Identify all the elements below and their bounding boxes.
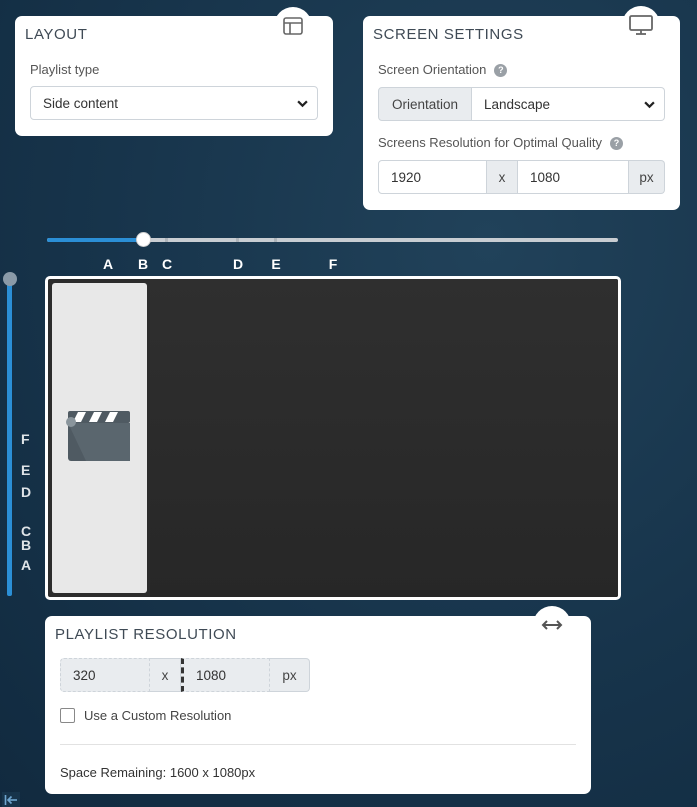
- divider: [60, 744, 576, 745]
- layout-card: LAYOUT Playlist type Side content: [15, 7, 333, 136]
- layout-icon-bubble: [274, 7, 312, 45]
- collapse-left-icon: [4, 795, 17, 805]
- question-icon[interactable]: ?: [494, 64, 508, 77]
- orientation-select[interactable]: Landscape: [472, 87, 665, 121]
- clapperboard-icon: [66, 411, 130, 461]
- chevron-down-icon: [297, 100, 308, 108]
- chevron-down-icon: [644, 101, 655, 109]
- horizontal-slider[interactable]: [47, 232, 618, 247]
- monitor-icon-bubble: [622, 6, 660, 44]
- screen-settings-title: SCREEN SETTINGS: [373, 26, 524, 43]
- horizontal-resize-icon: [541, 620, 563, 630]
- playlist-resolution-group: 320 x 1080 px: [60, 658, 310, 692]
- playlist-resolution-unit: px: [270, 658, 310, 692]
- space-remaining-text: Space Remaining: 1600 x 1080px: [60, 765, 256, 780]
- playlist-resolution-title: PLAYLIST RESOLUTION: [55, 626, 237, 643]
- layout-title: LAYOUT: [25, 26, 88, 43]
- screen-preview: [45, 276, 621, 600]
- h-tick-b[interactable]: B: [136, 256, 150, 272]
- v-tick-e[interactable]: E: [21, 462, 30, 478]
- playlist-width-input[interactable]: 320: [60, 658, 150, 692]
- h-tick-e[interactable]: E: [269, 256, 283, 272]
- playlist-resolution-separator: x: [150, 658, 181, 692]
- screen-resolution-group: 1920 x 1080 px: [378, 160, 665, 194]
- playlist-type-value: Side content: [43, 95, 119, 111]
- h-tick-c[interactable]: C: [160, 256, 174, 272]
- v-tick-f[interactable]: F: [21, 431, 30, 447]
- h-tick-f[interactable]: F: [326, 256, 340, 272]
- horizontal-slider-fill: [47, 238, 143, 242]
- vertical-slider[interactable]: [7, 278, 12, 596]
- question-icon[interactable]: ?: [609, 137, 623, 150]
- layout-icon: [283, 17, 303, 35]
- playlist-type-label: Playlist type: [30, 62, 100, 77]
- orientation-value: Landscape: [484, 96, 551, 112]
- slider-stop: [236, 238, 239, 242]
- h-tick-d[interactable]: D: [231, 256, 245, 272]
- v-tick-d[interactable]: D: [21, 484, 31, 500]
- monitor-icon: [629, 15, 653, 35]
- orientation-group: Orientation Landscape: [378, 87, 665, 121]
- playlist-height-input[interactable]: 1080: [181, 658, 270, 692]
- screen-orientation-label: Screen Orientation?: [378, 62, 508, 77]
- slider-stop: [274, 238, 277, 242]
- orientation-addon: Orientation: [378, 87, 472, 121]
- screen-height-input[interactable]: 1080: [518, 160, 629, 194]
- slider-stop: [165, 238, 168, 242]
- playlist-resolution-card: PLAYLIST RESOLUTION 320 x 1080 px Use a …: [45, 606, 591, 794]
- collapse-button[interactable]: [2, 792, 20, 807]
- side-playlist-area[interactable]: [52, 283, 147, 593]
- screen-width-input[interactable]: 1920: [378, 160, 487, 194]
- resolution-unit: px: [629, 160, 665, 194]
- main-content-area[interactable]: [150, 279, 618, 597]
- screen-settings-card: SCREEN SETTINGS Screen Orientation? Orie…: [363, 6, 680, 210]
- v-tick-a[interactable]: A: [21, 557, 31, 573]
- v-tick-b[interactable]: B: [21, 537, 31, 553]
- resolution-separator: x: [487, 160, 518, 194]
- vertical-slider-handle[interactable]: [3, 272, 17, 286]
- horizontal-slider-handle[interactable]: [136, 232, 151, 247]
- resolution-label: Screens Resolution for Optimal Quality?: [378, 135, 623, 150]
- resize-icon-bubble: [533, 606, 571, 644]
- custom-resolution-label[interactable]: Use a Custom Resolution: [84, 708, 231, 723]
- h-tick-a[interactable]: A: [101, 256, 115, 272]
- playlist-type-select[interactable]: Side content: [30, 86, 318, 120]
- custom-resolution-checkbox[interactable]: [60, 708, 75, 723]
- custom-resolution-option[interactable]: Use a Custom Resolution: [60, 708, 231, 723]
